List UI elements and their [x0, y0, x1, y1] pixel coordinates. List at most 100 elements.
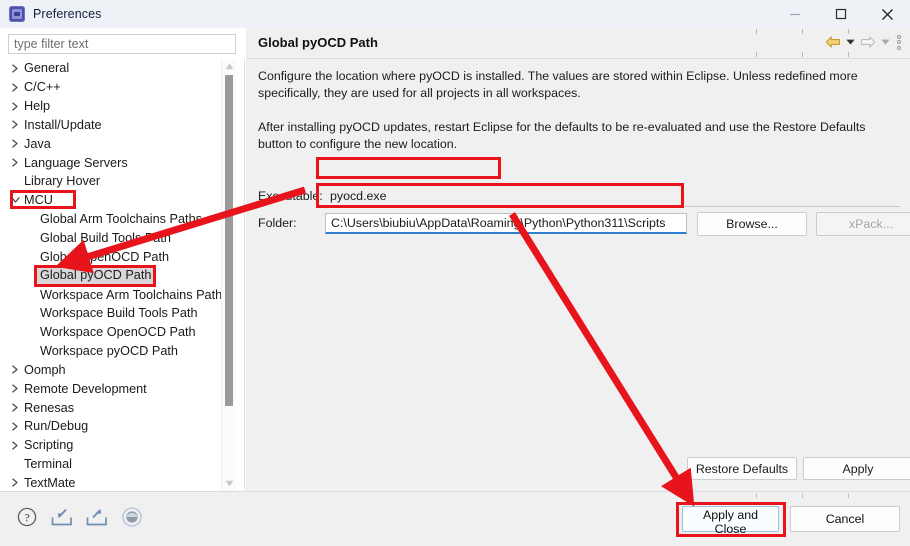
sidebar-item-label: Oomph [24, 362, 66, 377]
sidebar-item-label: C/C++ [24, 80, 61, 95]
sidebar-item-label: TextMate [24, 475, 76, 490]
folder-row: Folder: Browse... xPack... [258, 212, 910, 237]
chevron-right-icon[interactable] [8, 101, 22, 111]
chevron-right-icon[interactable] [8, 403, 22, 412]
help-question-icon[interactable]: ? [14, 504, 40, 530]
record-circle-icon[interactable] [119, 504, 145, 530]
page-nav-toolbar [824, 33, 904, 51]
chevron-right-icon[interactable] [8, 83, 22, 92]
forward-arrow-icon [859, 33, 877, 51]
sidebar-item-label: Install/Update [24, 117, 102, 132]
sidebar-item-mcu[interactable]: MCU [0, 191, 216, 210]
restore-defaults-button[interactable]: Restore Defaults [687, 457, 797, 480]
page-header: Global pyOCD Path [246, 28, 910, 59]
folder-input[interactable] [325, 213, 687, 234]
title-bar: Preferences [0, 0, 910, 28]
filter-area [0, 28, 245, 58]
sidebar-item-label: Run/Debug [24, 419, 89, 434]
sidebar-item-label: General [24, 61, 70, 76]
chevron-down-icon[interactable] [8, 196, 22, 204]
sidebar-item-label: Renesas [24, 400, 75, 415]
close-button[interactable] [864, 0, 910, 28]
sidebar-item-java[interactable]: Java [0, 134, 216, 153]
maximize-button[interactable] [818, 0, 864, 28]
dialog-content: General C/C++ Help Install/Update Java Langua… [0, 28, 910, 491]
sidebar-item-remote-development[interactable]: Remote Development [0, 379, 216, 398]
page-body: Configure the location where pyOCD is in… [246, 59, 910, 491]
back-arrow-icon[interactable] [824, 33, 842, 51]
sidebar-item-label: Global OpenOCD Path [40, 249, 170, 264]
sidebar-item-library-hover[interactable]: Library Hover [0, 172, 216, 191]
chevron-right-icon[interactable] [8, 158, 22, 167]
apply-and-close-button[interactable]: Apply and Close [682, 506, 779, 536]
scroll-up-arrow-icon[interactable] [222, 59, 236, 74]
sidebar-item-scripting[interactable]: Scripting [0, 436, 216, 455]
window-controls [772, 0, 910, 28]
sidebar-item-label: Library Hover [24, 174, 101, 189]
description-paragraph-2: After installing pyOCD updates, restart … [258, 120, 866, 151]
minimize-button[interactable] [772, 0, 818, 28]
tree-vertical-scrollbar[interactable] [221, 59, 236, 491]
search-input[interactable] [8, 34, 236, 54]
sidebar-item-label: Java [24, 136, 51, 151]
sidebar-item-label: Workspace OpenOCD Path [40, 325, 196, 340]
chevron-right-icon[interactable] [8, 441, 22, 450]
sidebar-item-renesas[interactable]: Renesas [0, 398, 216, 417]
preference-page: Global pyOCD Path Configure the location… [246, 28, 910, 491]
chevron-right-icon[interactable] [8, 478, 22, 488]
sidebar-item-install-update[interactable]: Install/Update [0, 116, 216, 135]
footer-icon-bar: ? [14, 504, 145, 530]
sidebar-item-label: MCU [24, 193, 53, 208]
sidebar-item-label: Remote Development [24, 381, 147, 396]
scroll-down-arrow-icon[interactable] [222, 476, 236, 491]
cancel-button[interactable]: Cancel [790, 506, 900, 532]
sidebar-item-label: Terminal [24, 457, 72, 472]
sidebar-item-workspace-build-tools-path[interactable]: Workspace Build Tools Path [0, 304, 216, 323]
sidebar-item-language-servers[interactable]: Language Servers [0, 153, 216, 172]
sidebar-item-terminal[interactable]: Terminal [0, 455, 216, 474]
sidebar-item-general[interactable]: General [0, 59, 216, 78]
window-title: Preferences [33, 7, 102, 21]
sidebar-item-label: Global Arm Toolchains Paths [40, 212, 202, 227]
xpack-button: xPack... [816, 212, 910, 236]
sidebar-item-label: Global pyOCD Path [36, 267, 156, 285]
sidebar-item-oomph[interactable]: Oomph [0, 361, 216, 380]
import-preferences-icon[interactable] [49, 504, 75, 530]
description-paragraph-1: Configure the location where pyOCD is in… [258, 69, 858, 100]
preferences-app-icon [9, 6, 25, 22]
footer-sash-marks [0, 492, 910, 500]
sidebar-item-run-debug[interactable]: Run/Debug [0, 417, 216, 436]
sidebar-item-label: Scripting [24, 438, 74, 453]
page-title: Global pyOCD Path [258, 35, 378, 50]
chevron-right-icon[interactable] [8, 64, 22, 73]
executable-label: Executable: [258, 189, 323, 203]
sidebar-item-global-arm-toolchains-paths[interactable]: Global Arm Toolchains Paths [0, 210, 216, 229]
forward-dropdown-chevron-down-icon [880, 33, 891, 51]
folder-label: Folder: [258, 216, 297, 230]
back-dropdown-chevron-down-icon[interactable] [845, 33, 856, 51]
preferences-tree: General C/C++ Help Install/Update Java Langua… [0, 59, 245, 491]
chevron-right-icon[interactable] [8, 120, 22, 130]
sidebar-item-textmate[interactable]: TextMate [0, 474, 216, 491]
svg-text:?: ? [24, 511, 29, 525]
sidebar-item-workspace-arm-toolchains-paths[interactable]: Workspace Arm Toolchains Paths [0, 285, 229, 304]
sidebar-item-global-build-tools-path[interactable]: Global Build Tools Path [0, 229, 216, 248]
sidebar-item-workspace-openocd-path[interactable]: Workspace OpenOCD Path [0, 323, 216, 342]
sidebar-item-workspace-pyocd-path[interactable]: Workspace pyOCD Path [0, 342, 216, 361]
chevron-right-icon[interactable] [8, 422, 22, 431]
view-menu-icon[interactable] [894, 33, 904, 51]
sidebar-item-global-openocd-path[interactable]: Global OpenOCD Path [0, 247, 216, 266]
sidebar-item-global-pyocd-path[interactable]: Global pyOCD Path [0, 266, 216, 285]
chevron-right-icon[interactable] [8, 139, 22, 148]
export-preferences-icon[interactable] [84, 504, 110, 530]
sidebar-item-c-c[interactable]: C/C++ [0, 78, 216, 97]
scrollbar-thumb[interactable] [225, 75, 233, 406]
apply-button[interactable]: Apply [803, 457, 910, 480]
chevron-right-icon[interactable] [8, 365, 22, 375]
chevron-right-icon[interactable] [8, 384, 22, 393]
executable-row: Executable: [258, 186, 910, 208]
preferences-dialog: Preferences General C/C++ Help Install/Upda… [0, 0, 910, 546]
browse-button[interactable]: Browse... [697, 212, 807, 236]
executable-input[interactable] [325, 186, 900, 207]
sidebar-item-help[interactable]: Help [0, 97, 216, 116]
